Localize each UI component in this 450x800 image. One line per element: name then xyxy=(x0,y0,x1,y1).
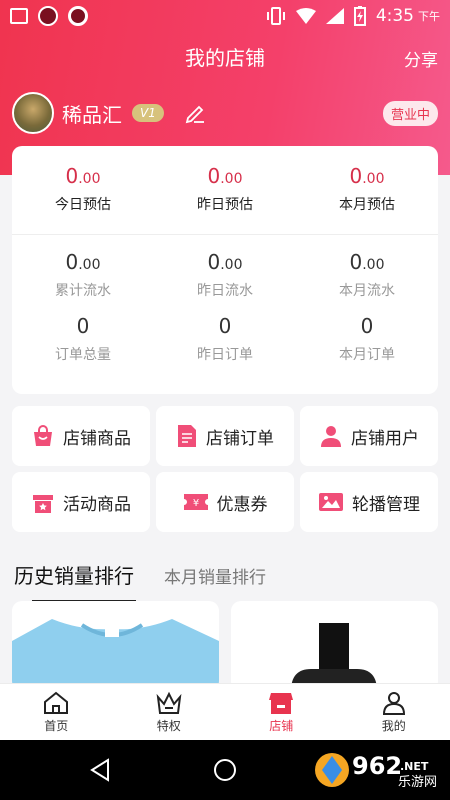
edit-icon[interactable] xyxy=(184,102,206,124)
shop-products-button[interactable]: 店铺商品 xyxy=(12,406,150,466)
nav-mine[interactable]: 我的 xyxy=(338,684,450,740)
shop-orders-button[interactable]: 店铺订单 xyxy=(156,406,294,466)
stats-card: 0.00 今日预估 0.00 昨日预估 0.00 本月预估 0.00 累计流水 … xyxy=(12,146,438,394)
shop-users-button[interactable]: 店铺用户 xyxy=(300,406,438,466)
page-title: 我的店铺 xyxy=(185,46,265,70)
wifi-icon xyxy=(295,8,316,24)
image-notification-icon xyxy=(10,8,28,24)
event-products-button[interactable]: 活动商品 xyxy=(12,472,150,532)
home-icon xyxy=(44,691,69,714)
battery-charging-icon xyxy=(353,6,366,26)
signal-icon xyxy=(325,8,344,24)
tab-month-sales[interactable]: 本月销量排行 xyxy=(164,563,266,588)
bottom-navigation: 首页 特权 店铺 我的 xyxy=(0,683,450,740)
user-icon xyxy=(321,426,341,447)
stat-label: 昨日预估 xyxy=(197,197,253,213)
stat-total-orders: 0 订单总量 xyxy=(55,314,111,363)
shop-icon xyxy=(269,692,294,714)
vibrate-icon xyxy=(266,7,285,25)
nav-privilege[interactable]: 特权 xyxy=(113,684,226,740)
stat-month-orders: 0 本月订单 xyxy=(339,314,395,363)
share-button[interactable]: 分享 xyxy=(404,46,438,71)
coupon-icon: ¥ xyxy=(183,494,208,510)
shopping-bag-icon xyxy=(34,425,52,446)
stat-month-estimate[interactable]: 0.00 本月预估 xyxy=(296,164,438,214)
svg-text:.NET: .NET xyxy=(400,760,429,773)
banner-management-button[interactable]: 轮播管理 xyxy=(300,472,438,532)
avatar[interactable] xyxy=(12,92,54,134)
stat-yesterday-estimate[interactable]: 0.00 昨日预估 xyxy=(154,164,296,214)
stat-label: 今日预估 xyxy=(55,197,111,213)
stat-total-flow: 0.00 累计流水 xyxy=(55,250,111,299)
record-notification-icon xyxy=(68,6,88,26)
stat-yesterday-flow: 0.00 昨日流水 xyxy=(197,250,253,299)
svg-text:乐游网: 乐游网 xyxy=(398,775,437,790)
document-icon xyxy=(178,425,196,447)
person-icon xyxy=(382,691,405,715)
stat-yesterday-orders: 0 昨日订单 xyxy=(197,314,253,363)
tab-history-sales[interactable]: 历史销量排行 xyxy=(14,560,134,589)
stat-label: 本月预估 xyxy=(339,197,395,213)
gift-icon xyxy=(33,495,53,513)
shop-name: 稀品汇 xyxy=(62,102,122,127)
perfume-image xyxy=(291,623,377,691)
watermark-logo: 962 .NET 乐游网 xyxy=(312,748,442,792)
product-card[interactable] xyxy=(12,601,219,691)
coupon-button[interactable]: ¥ 优惠券 xyxy=(156,472,294,532)
status-bar: 4:35 下午 xyxy=(0,0,450,32)
clock: 4:35 xyxy=(375,6,414,26)
ranking-tabs: 历史销量排行 本月销量排行 xyxy=(14,560,266,589)
home-circle-icon[interactable] xyxy=(212,757,238,783)
image-gallery-icon xyxy=(319,493,343,511)
nav-home[interactable]: 首页 xyxy=(0,684,113,740)
stat-today-estimate[interactable]: 0.00 今日预估 xyxy=(12,164,154,214)
profile-row: 稀品汇 V1 xyxy=(12,92,206,134)
nav-shop[interactable]: 店铺 xyxy=(225,684,338,740)
stat-month-flow: 0.00 本月流水 xyxy=(339,250,395,299)
shop-status-badge: 营业中 xyxy=(382,101,438,126)
tshirt-image xyxy=(12,619,219,691)
crown-icon xyxy=(156,691,182,714)
divider xyxy=(12,234,438,235)
level-badge: V1 xyxy=(132,104,164,122)
svg-text:¥: ¥ xyxy=(192,498,198,509)
product-card[interactable] xyxy=(231,601,438,691)
clock-ampm: 下午 xyxy=(418,10,440,23)
app-notification-icon xyxy=(38,6,58,26)
back-icon[interactable] xyxy=(88,758,112,782)
svg-text:962: 962 xyxy=(352,752,402,780)
